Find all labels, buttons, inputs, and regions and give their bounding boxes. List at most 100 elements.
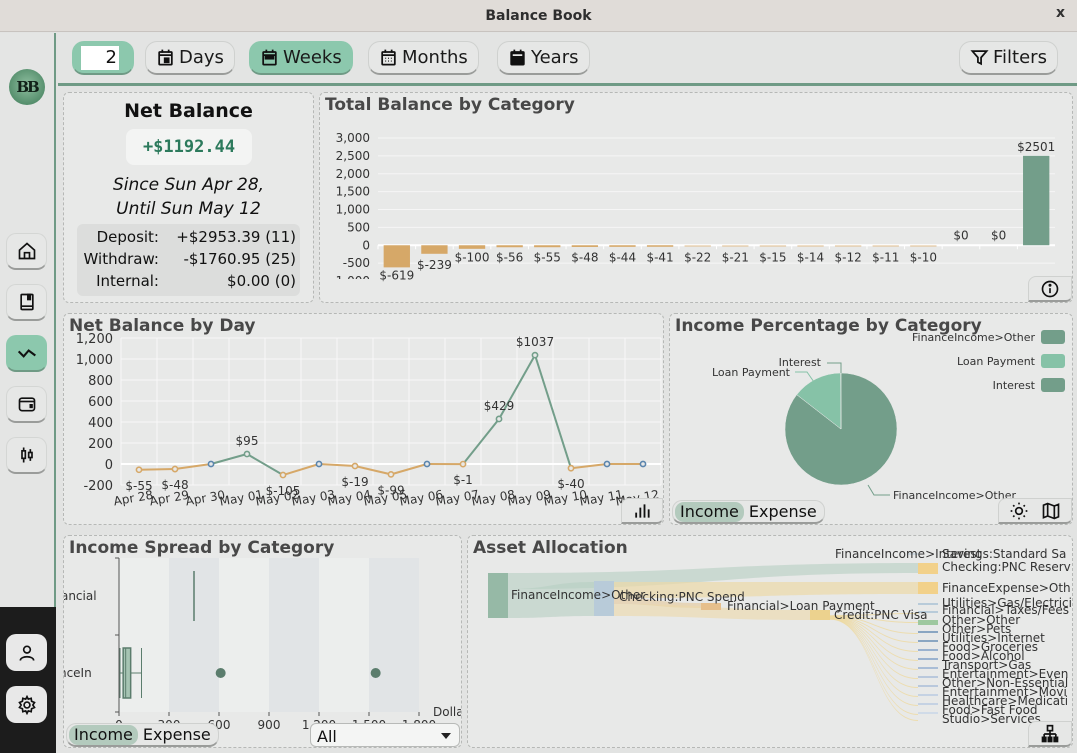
total-balance-chart: 3,000 2,500 2,000 1,500 1,000 500 0 -500 -1,000 $… (331, 131, 1055, 282)
income-percentage-panel: FinanceIncome>Other Loan Payment Interest F… (669, 313, 1073, 525)
sidebar-item-book[interactable] (6, 284, 47, 321)
line-point (567, 464, 575, 472)
withdraw-label: Withdraw: (83, 250, 159, 268)
bar-data-label: $-41 (646, 250, 673, 264)
bar-data-label: $-619 (379, 268, 414, 282)
sankey-label: Credit:PNC Visa (834, 608, 927, 622)
bar (872, 245, 899, 247)
net-balance-panel: Net Balance +$1192.44 Since Sun Apr 28, … (63, 92, 314, 303)
weeks-button[interactable]: Weeks (249, 41, 353, 75)
sankey-node (918, 649, 938, 651)
period-count-input[interactable] (81, 45, 119, 70)
line-y-tick-label: -200 (83, 479, 113, 494)
days-button[interactable]: Days (145, 41, 235, 75)
line-y-tick-label: 400 (88, 416, 113, 431)
map-icon[interactable] (1041, 501, 1061, 521)
sidebar-item-settings[interactable] (6, 686, 47, 723)
filters-button[interactable]: Filters (959, 41, 1058, 75)
bar-y-tick-label: 0 (362, 238, 370, 252)
withdraw-row: Withdraw: -$1760.95 (25) (81, 248, 296, 270)
window-title: Balance Book (485, 7, 592, 24)
line-data-label: $95 (236, 434, 259, 448)
expense-tab[interactable]: Expense (744, 502, 822, 522)
app-logo: BB (9, 69, 45, 105)
pie-options (998, 498, 1072, 524)
bar-data-label: $-15 (759, 250, 786, 264)
close-icon[interactable]: x (1056, 5, 1065, 21)
line-data-label: $429 (484, 399, 515, 413)
bar (1023, 155, 1050, 246)
pie-leader (795, 371, 815, 383)
sidebar-item-trends[interactable] (6, 335, 47, 372)
net-balance-title: Net Balance (124, 100, 253, 122)
info-button[interactable] (1028, 276, 1072, 302)
bar-data-label: $-11 (872, 250, 899, 264)
line-y-tick-label: 1,000 (76, 353, 113, 368)
window-titlebar: Balance Book x (0, 0, 1077, 32)
months-button[interactable]: Months (368, 41, 479, 75)
income-spread-chart: 03006009001,2001,5001,800DollarsFinancia… (64, 557, 461, 732)
net-balance-range: Since Sun Apr 28, Until Sun May 12 (64, 173, 313, 221)
net-balance-summary: Deposit: +$2953.39 (11) Withdraw: -$1760.9… (77, 224, 300, 296)
sankey-node (918, 631, 938, 633)
sankey-flow (830, 618, 918, 706)
deposit-value: +$2953.39 (11) (176, 228, 296, 246)
box-x-tick-label: 900 (258, 718, 281, 732)
info-icon (1041, 280, 1059, 297)
line-point (423, 460, 431, 468)
bar (458, 245, 486, 249)
line-data-label: $-19 (341, 475, 368, 489)
sidebar-item-home[interactable] (6, 233, 47, 270)
pie-legend-swatch (1041, 354, 1065, 368)
days-label: Days (179, 47, 224, 68)
since-date: Since Sun Apr 28, (112, 175, 265, 195)
pie-label: Interest (779, 356, 822, 369)
box-iqr (122, 647, 132, 699)
sun-icon[interactable] (1009, 501, 1029, 521)
deposit-label: Deposit: (96, 228, 159, 246)
spread-expense-tab[interactable]: Expense (138, 725, 216, 745)
sidebar-item-candles[interactable] (6, 437, 47, 474)
sidebar-item-wallet[interactable] (6, 386, 47, 423)
calendar-month-icon (381, 49, 396, 66)
bar (421, 245, 448, 254)
months-label: Months (402, 47, 468, 68)
line-point (387, 470, 395, 478)
asset-allocation-title: Asset Allocation (473, 538, 628, 558)
pie-label: FinanceIncome>Other (893, 489, 1016, 502)
line-point (639, 460, 647, 468)
bar-data-label: $-56 (496, 250, 523, 264)
bar-data-label: $-100 (455, 250, 490, 264)
bar-data-label: $-55 (534, 250, 561, 264)
income-tab[interactable]: Income (675, 501, 744, 522)
category-filter-select[interactable]: All (310, 723, 460, 747)
sankey-layout-button[interactable] (1028, 721, 1072, 747)
bar-data-label: $-14 (797, 250, 824, 264)
spread-income-tab[interactable]: Income (69, 724, 138, 745)
sankey-label: Checking:PNC Spend (619, 590, 745, 604)
box-outlier (370, 668, 381, 678)
wallet-icon (18, 397, 35, 412)
bar (383, 245, 410, 268)
net-balance-by-day-panel: 1,200 1,000 800 600 400 200 0 -200 $-55 Apr 28 $-4… (63, 313, 664, 525)
box-band (269, 558, 319, 712)
net-balance-by-day-chart: 1,2001,0008006004002000-200 $-55Apr 28$-4… (76, 332, 662, 509)
net-balance-value: +$1192.44 (126, 129, 252, 165)
box-outlier (215, 668, 226, 678)
bar-data-label: $-12 (835, 250, 862, 264)
calendar-week-icon (262, 49, 277, 66)
calendar-year-icon (510, 49, 525, 66)
bar-y-tick-label: 1,000 (336, 203, 370, 217)
line-x-tick-label: Apr 28 (112, 488, 154, 509)
bar (797, 245, 824, 247)
sankey-node (918, 703, 938, 705)
chart-type-button[interactable] (621, 498, 663, 524)
bar-y-tick-label: -500 (343, 256, 370, 270)
net-balance-by-day-title: Net Balance by Day (69, 316, 256, 336)
box-category-label: nanceIn (64, 666, 92, 680)
years-button[interactable]: Years (497, 41, 590, 75)
pie-legend-label: Loan Payment (957, 355, 1036, 368)
line-point (135, 466, 143, 474)
sidebar-item-profile[interactable] (6, 634, 47, 671)
bar-data-label: $0 (991, 228, 1006, 242)
